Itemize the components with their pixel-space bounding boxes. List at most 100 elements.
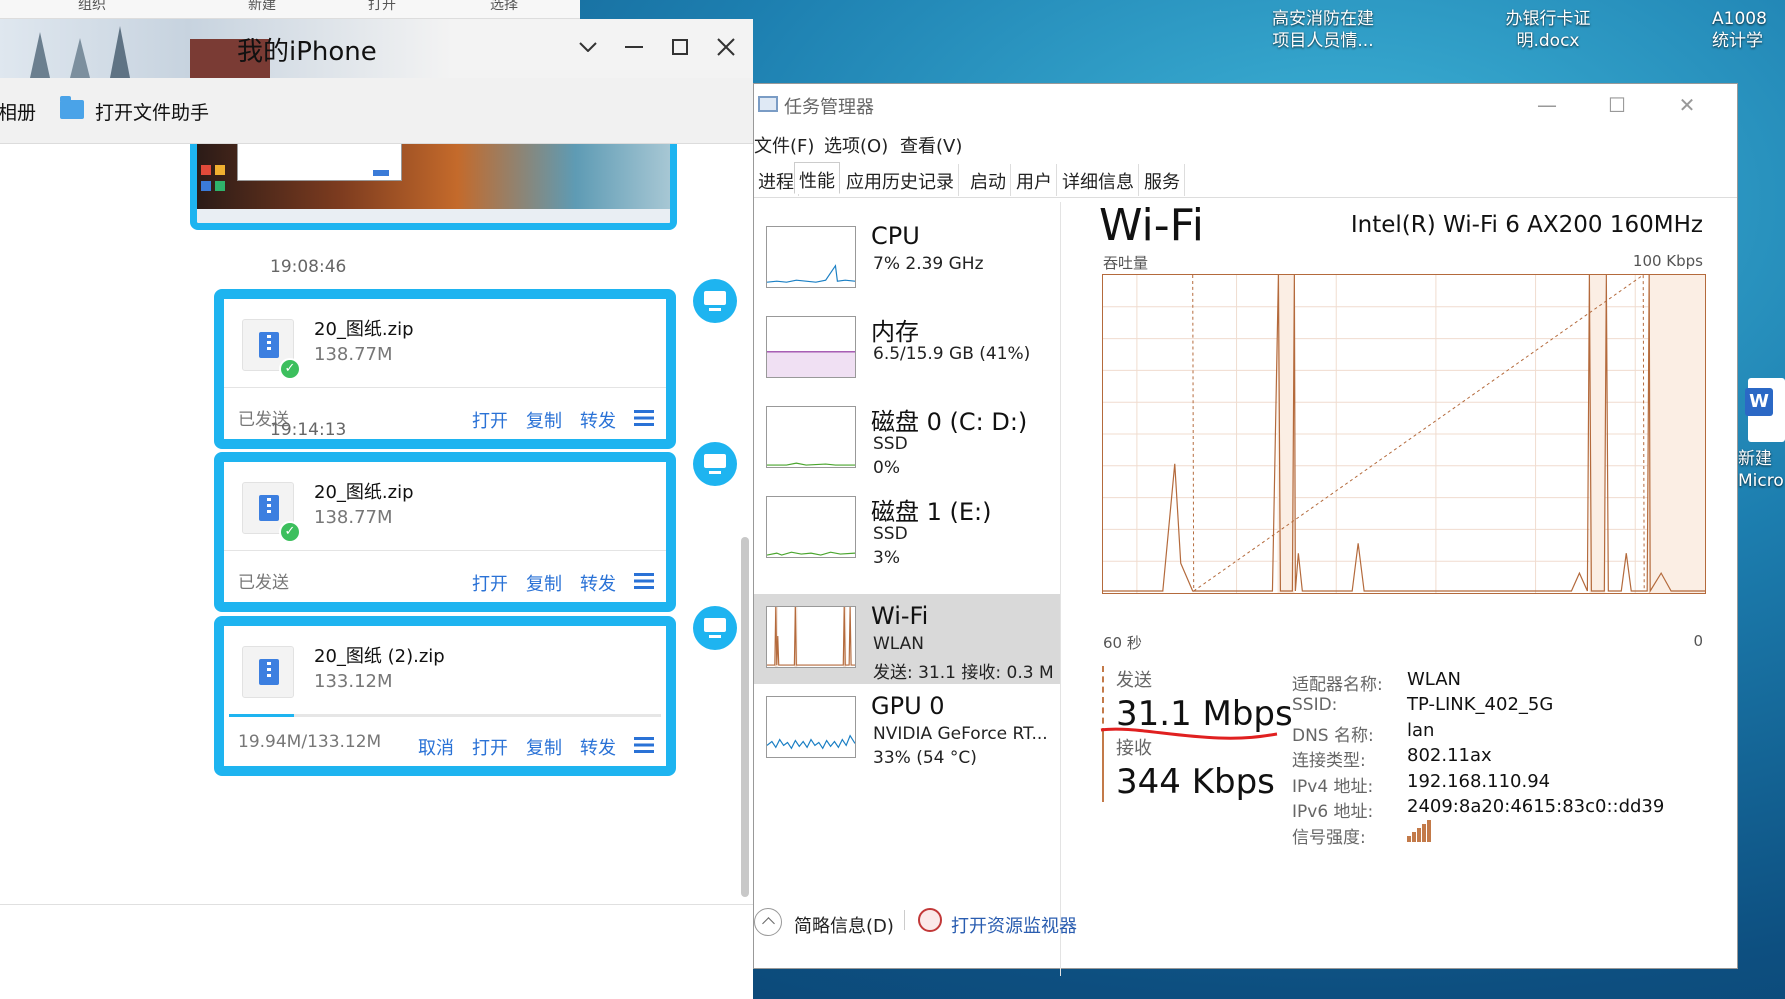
graph-zero-label: 0: [1693, 632, 1703, 650]
tab-services[interactable]: 服务: [1140, 164, 1185, 196]
tab-details[interactable]: 详细信息: [1058, 164, 1139, 196]
tab-performance[interactable]: 性能: [794, 162, 840, 194]
desktop-icon-label[interactable]: 高安消防在建 项目人员情...: [1248, 8, 1398, 52]
menu-file[interactable]: 文件(F): [754, 132, 814, 158]
menu-view[interactable]: 查看(V): [900, 132, 962, 158]
upload-progress-fill: [229, 714, 294, 717]
tab-processes[interactable]: 进程: [754, 164, 799, 196]
open-link[interactable]: 打开: [472, 734, 508, 760]
fewer-details-button[interactable]: 简略信息(D): [794, 912, 894, 938]
task-manager-tabs: 进程 性能 应用历史记录 启动 用户 详细信息 服务: [754, 160, 1737, 198]
word-icon: W: [1745, 388, 1773, 416]
desktop-icon-label[interactable]: 办银行卡证 明.docx: [1478, 8, 1618, 52]
minimize-button[interactable]: [614, 27, 654, 67]
forward-link[interactable]: 转发: [580, 407, 616, 433]
file-message-card[interactable]: 20_图纸 (2).zip 133.12M 19.94M/133.12M 取消 …: [214, 616, 676, 776]
file-transfer-chat-window: 我的iPhone 相册 打开文件助手 19:08:46 ✓ 20_图纸.zip …: [0, 19, 753, 999]
prop-value: lan: [1407, 720, 1435, 741]
chat-message-list: 19:08:46 ✓ 20_图纸.zip 138.77M 已发送 打开 复制 转…: [0, 144, 753, 904]
message-timestamp: 19:08:46: [270, 257, 347, 277]
close-button[interactable]: ✕: [1672, 90, 1702, 120]
resource-item-gpu[interactable]: GPU 0 NVIDIA GeForce RT... 33% (54 °C): [754, 684, 1060, 774]
menu-icon[interactable]: [634, 737, 654, 753]
copy-link[interactable]: 复制: [526, 407, 562, 433]
close-button[interactable]: [706, 27, 746, 67]
memory-thumbnail-graph: [766, 316, 856, 378]
resource-detail: 3%: [873, 548, 900, 568]
prop-value: 192.168.110.94: [1407, 771, 1551, 792]
resource-detail: 0%: [873, 458, 900, 478]
copy-link[interactable]: 复制: [526, 734, 562, 760]
prop-label: DNS 名称:: [1292, 726, 1374, 746]
chat-title: 我的iPhone: [237, 37, 377, 67]
maximize-button[interactable]: ☐: [1602, 90, 1632, 120]
tab-users[interactable]: 用户: [1012, 164, 1057, 196]
prop-label: 连接类型:: [1292, 751, 1366, 771]
maximize-button[interactable]: [660, 27, 700, 67]
chevron-up-icon[interactable]: [754, 908, 782, 936]
ribbon-item[interactable]: 选择: [490, 0, 518, 14]
tab-app-history[interactable]: 应用历史记录: [842, 164, 959, 196]
prop-label: 适配器名称:: [1292, 675, 1383, 695]
forward-link[interactable]: 转发: [580, 570, 616, 596]
ribbon-item[interactable]: 打开: [368, 0, 396, 14]
resource-item-memory[interactable]: 内存 6.5/15.9 GB (41%): [754, 304, 1060, 394]
resource-item-cpu[interactable]: CPU 7% 2.39 GHz: [754, 214, 1060, 304]
resource-name: CPU: [871, 222, 920, 250]
file-status: 已发送: [238, 573, 289, 593]
disk0-thumbnail-graph: [766, 406, 856, 468]
forward-link[interactable]: 转发: [580, 734, 616, 760]
prop-value: 2409:8a20:4615:83c0::dd39: [1407, 796, 1665, 817]
file-size: 133.12M: [314, 671, 393, 692]
task-manager-app-icon: [758, 96, 778, 112]
minimize-button[interactable]: —: [1532, 90, 1562, 120]
resource-item-disk1[interactable]: 磁盘 1 (E:) SSD 3%: [754, 484, 1060, 574]
computer-icon: [693, 279, 737, 323]
resource-item-disk0[interactable]: 磁盘 0 (C: D:) SSD 0%: [754, 394, 1060, 484]
prop-value: WLAN: [1407, 669, 1462, 690]
cpu-thumbnail-graph: [766, 226, 856, 288]
task-manager-title: 任务管理器: [784, 97, 874, 118]
resource-detail: NVIDIA GeForce RT...: [873, 724, 1048, 744]
menu-options[interactable]: 选项(O): [824, 132, 888, 158]
send-label: 发送: [1116, 670, 1152, 691]
album-button[interactable]: 相册: [0, 98, 36, 125]
upload-progress-bar: [229, 714, 661, 717]
copy-link[interactable]: 复制: [526, 570, 562, 596]
desktop-icon-label[interactable]: A1008 统计学: [1712, 8, 1785, 52]
adapter-name: Intel(R) Wi-Fi 6 AX200 160MHz: [1350, 212, 1703, 238]
resource-detail: 6.5/15.9 GB (41%): [873, 344, 1031, 364]
ribbon-item[interactable]: 新建: [248, 0, 276, 14]
resource-item-wifi[interactable]: Wi-Fi WLAN 发送: 31.1 接收: 0.3 M: [754, 594, 1060, 684]
gpu-thumbnail-graph: [766, 696, 856, 758]
resource-detail: WLAN: [873, 634, 925, 654]
open-file-helper-button[interactable]: 打开文件助手: [95, 98, 209, 125]
transfer-progress-text: 19.94M/133.12M: [238, 732, 382, 752]
screenshot-image-message[interactable]: [190, 144, 677, 230]
graph-time-label: 60 秒: [1103, 634, 1142, 652]
performance-title: Wi-Fi: [1099, 200, 1204, 251]
ribbon-item[interactable]: 组织: [78, 0, 106, 14]
prop-value: 802.11ax: [1407, 745, 1492, 766]
file-actions: 打开 复制 转发: [472, 570, 654, 596]
check-icon: ✓: [279, 358, 301, 380]
open-link[interactable]: 打开: [472, 407, 508, 433]
cancel-link[interactable]: 取消: [418, 734, 454, 760]
open-link[interactable]: 打开: [472, 570, 508, 596]
desktop-icon-label[interactable]: 新建 Micro: [1738, 448, 1785, 492]
file-name: 20_图纸.zip: [314, 482, 414, 503]
zip-file-icon: [242, 646, 294, 698]
resource-detail: SSD: [873, 524, 908, 544]
tab-startup[interactable]: 启动: [966, 164, 1011, 196]
chat-scrollbar[interactable]: [741, 537, 749, 897]
chevron-down-icon[interactable]: [568, 27, 608, 67]
snow-tree-decoration: [30, 32, 50, 78]
zip-file-icon: ✓: [242, 482, 301, 543]
menu-icon[interactable]: [634, 410, 654, 426]
resource-detail: 发送: 31.1 接收: 0.3 M: [873, 663, 1054, 683]
message-timestamp: 19:14:13: [270, 420, 347, 440]
menu-icon[interactable]: [634, 573, 654, 589]
open-resource-monitor-link[interactable]: 打开资源监视器: [951, 912, 1077, 938]
graph-max-label: 100 Kbps: [1632, 252, 1703, 270]
file-message-card[interactable]: ✓ 20_图纸.zip 138.77M 已发送 打开 复制 转发: [214, 452, 676, 612]
